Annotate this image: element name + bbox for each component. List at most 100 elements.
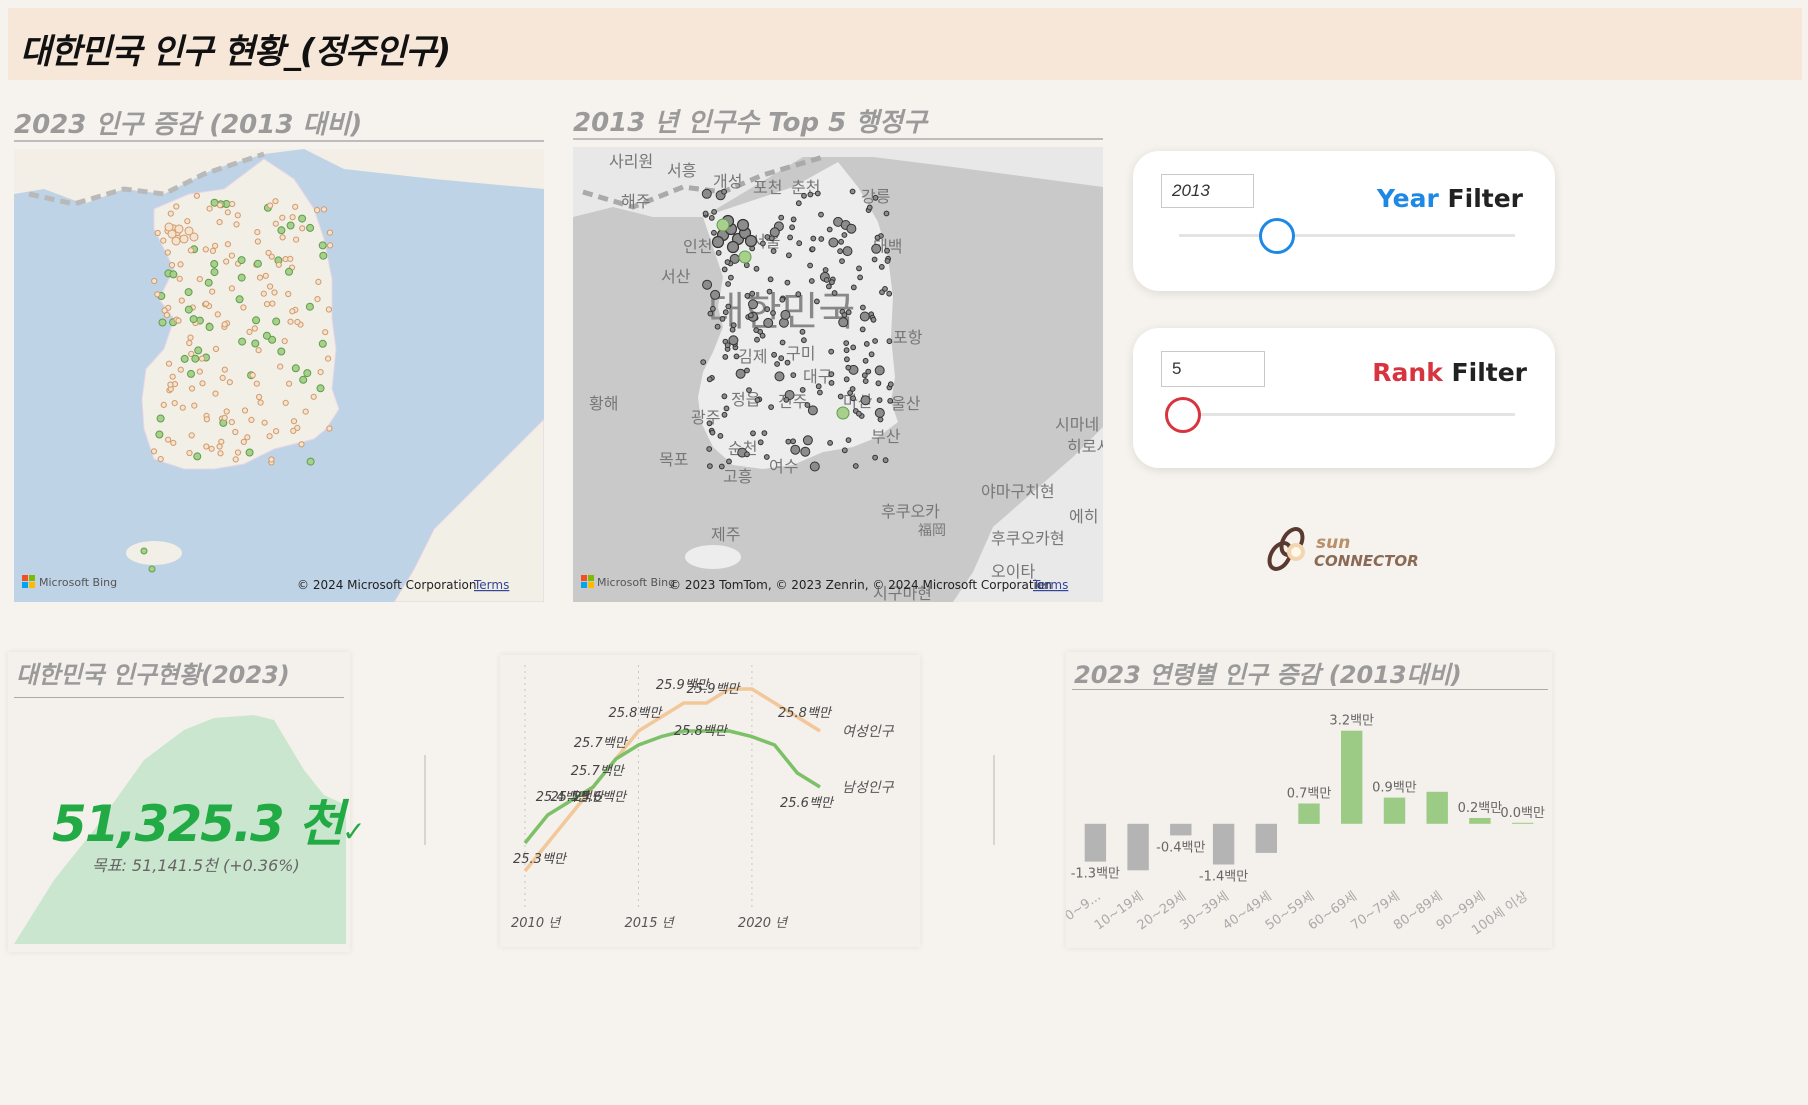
map-marker [886, 338, 893, 345]
map-marker [164, 249, 171, 256]
map-marker [298, 441, 305, 448]
map-marker [272, 220, 279, 227]
map-left-svg[interactable]: Microsoft Bing © 2024 Microsoft Corporat… [14, 149, 544, 602]
map-right-copyright: © 2023 TomTom, © 2023 Zenrin, © 2024 Mic… [669, 578, 1052, 592]
map-marker [305, 302, 314, 311]
map-marker [764, 306, 771, 313]
bar-value-label: 3.2백만 [1329, 714, 1374, 729]
map-marker [795, 291, 802, 298]
map-marker [212, 242, 219, 249]
map-marker [849, 188, 856, 195]
map-marker [260, 290, 267, 297]
map-marker [823, 277, 830, 283]
map-marker [808, 278, 815, 284]
map-marker [277, 363, 284, 370]
series-label: 남성인구 [842, 780, 895, 796]
map-marker [221, 366, 228, 373]
map-marker [778, 214, 785, 221]
bar [1127, 823, 1149, 871]
map-label-gwangju: 광주 [691, 408, 720, 427]
map-marker [246, 328, 253, 335]
year-filter-input[interactable] [1161, 174, 1254, 208]
map-label-mokpo: 목포 [659, 450, 688, 469]
map-marker [289, 308, 296, 315]
map-marker [271, 289, 278, 296]
map-marker [874, 365, 885, 376]
map-marker [801, 337, 807, 344]
rank-filter-input[interactable] [1161, 351, 1265, 387]
map-marker [319, 251, 328, 260]
map-marker [262, 331, 271, 340]
map-marker [702, 279, 713, 290]
rank-slider-track[interactable] [1179, 413, 1515, 416]
kpi-value-text: 51,325.3 천 [52, 795, 344, 853]
map-marker [286, 380, 293, 387]
map-marker [299, 375, 308, 384]
bar [1469, 818, 1491, 824]
map-marker [266, 433, 273, 440]
map-marker [165, 360, 173, 367]
map-marker [748, 299, 758, 310]
map-marker [150, 448, 158, 455]
logo-line2: CONNECTOR [1314, 552, 1419, 570]
rank-slider-knob[interactable] [1165, 397, 1201, 433]
map-marker [226, 379, 233, 386]
map-marker [815, 383, 822, 390]
map-right-rule [573, 138, 1103, 140]
map-marker [709, 429, 716, 436]
map-marker [836, 406, 850, 420]
map-marker [184, 288, 193, 297]
map-marker [841, 312, 848, 318]
map-right-svg[interactable]: 사리원 서흥 개성 포천 춘천 강릉 해주 인천 서울 태백 서산 대한민국 포… [573, 147, 1103, 602]
map-marker [786, 252, 792, 259]
map-marker [169, 373, 176, 380]
map-right-terms-link[interactable]: Terms [1032, 578, 1068, 592]
map-marker [725, 303, 732, 310]
map-marker [710, 289, 721, 300]
map-marker [306, 457, 315, 466]
map-marker [177, 261, 184, 268]
map-marker [862, 357, 869, 364]
map-marker [753, 327, 760, 334]
map-marker [757, 439, 764, 446]
map-marker [174, 224, 184, 234]
map-marker [240, 304, 247, 311]
map-marker [850, 344, 857, 351]
map-label-fukuoka-pref: 후쿠오카현 [991, 529, 1065, 548]
map-marker [744, 367, 750, 374]
map-marker [711, 209, 718, 215]
series-line-여성인구 [523, 687, 821, 873]
map-marker [778, 355, 785, 362]
map-marker [189, 315, 198, 324]
map-marker [203, 443, 210, 450]
bar-value-label: 0.2백만 [1458, 801, 1503, 816]
year-slider-knob[interactable] [1259, 218, 1295, 254]
map-marker [299, 225, 306, 232]
map-label-ehime: 에히 [1069, 507, 1098, 526]
map-marker [292, 203, 299, 210]
map-marker [314, 296, 321, 303]
map-marker [728, 335, 739, 346]
map-marker [168, 262, 176, 269]
map-marker [224, 241, 231, 248]
map-marker [868, 351, 875, 358]
map-left-terms-link[interactable]: Terms [473, 578, 509, 592]
map-marker [232, 456, 239, 463]
map-marker [799, 387, 806, 393]
map-label-incheon: 인천 [683, 237, 712, 256]
population-change-map[interactable]: Microsoft Bing © 2024 Microsoft Corporat… [14, 149, 544, 602]
year-slider-track[interactable] [1179, 234, 1515, 237]
map-marker [722, 354, 729, 360]
top5-district-map[interactable]: 사리원 서흥 개성 포천 춘천 강릉 해주 인천 서울 태백 서산 대한민국 포… [573, 147, 1103, 602]
map-marker [845, 437, 852, 444]
map-marker [796, 240, 803, 247]
map-marker [724, 342, 731, 349]
map-marker [317, 369, 324, 376]
map-marker [327, 242, 334, 249]
bar [1170, 823, 1192, 836]
map-marker [860, 304, 866, 311]
bar [1383, 797, 1406, 824]
map-marker [325, 306, 332, 313]
map-marker [715, 250, 722, 256]
map-marker [886, 290, 893, 297]
